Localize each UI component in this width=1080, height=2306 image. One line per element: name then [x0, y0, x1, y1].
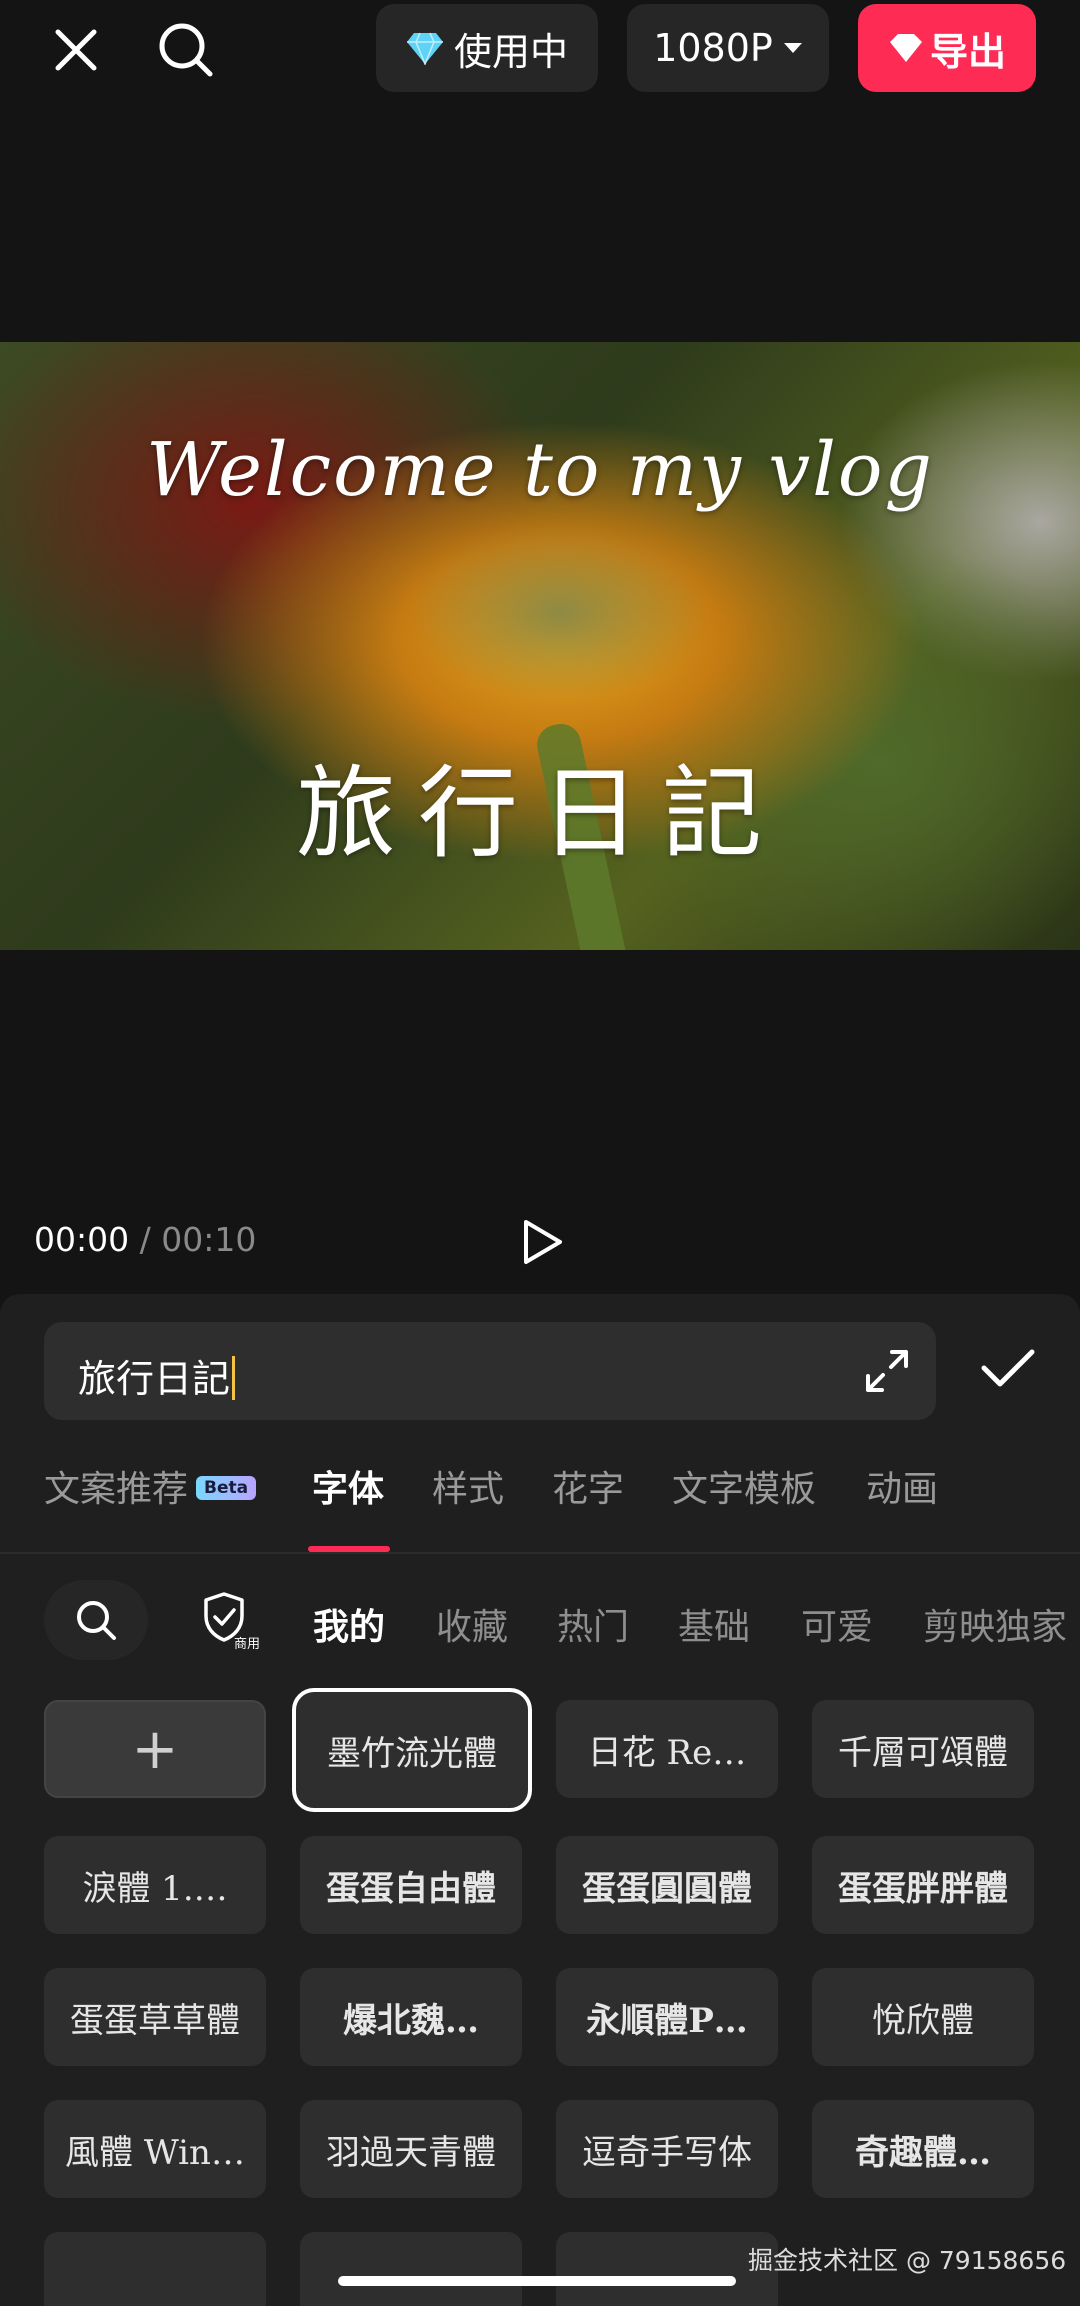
font-item[interactable]: 日花 Re… — [556, 1700, 778, 1798]
tab-copy-suggestions[interactable]: 文案推荐 Beta — [44, 1460, 257, 1512]
divider — [0, 1552, 1080, 1554]
time-separator: / — [139, 1220, 151, 1259]
font-tab-exclusive[interactable]: 剪映独家 — [923, 1598, 1067, 1650]
font-item[interactable]: 蛋蛋胖胖體 — [812, 1836, 1034, 1934]
font-item[interactable]: 蛋蛋圓圓體 — [556, 1836, 778, 1934]
font-item-partial[interactable] — [300, 2232, 522, 2306]
font-search-button[interactable] — [44, 1580, 148, 1660]
export-label: 导出 — [929, 29, 1006, 74]
add-font-button[interactable]: + — [44, 1700, 266, 1798]
font-item[interactable]: 蛋蛋草草體 — [44, 1968, 266, 2066]
font-name: 日花 Re… — [587, 1732, 747, 1773]
font-item[interactable]: 奇趣體… — [812, 2100, 1034, 2198]
font-item[interactable]: 蛋蛋自由體 — [300, 1836, 522, 1934]
total-duration: 00:10 — [161, 1220, 257, 1259]
font-name: 蛋蛋胖胖體 — [838, 1868, 1008, 1909]
font-name: 爆北魏… — [343, 2000, 479, 2041]
font-item[interactable]: 風體 Win… — [44, 2100, 266, 2198]
commercial-label: 商用 — [234, 1637, 260, 1650]
top-bar: 使用中 1080P 导出 — [0, 0, 1080, 100]
tab-label: 文案推荐 — [44, 1469, 189, 1510]
expand-icon[interactable] — [864, 1348, 910, 1398]
font-name: 奇趣體… — [855, 2132, 991, 2173]
font-name: 逗奇手写体 — [582, 2132, 752, 2173]
preview-title-line1[interactable]: Welcome to my vlog — [0, 427, 1080, 513]
tab-label: 字体 — [312, 1469, 385, 1510]
resolution-value: 1080P — [653, 26, 773, 70]
tab-label: 文字模板 — [672, 1469, 817, 1510]
text-tabs: 文案推荐 Beta 字体 样式 花字 文字模板 动画 — [0, 1460, 1080, 1550]
resolution-dropdown[interactable]: 1080P — [627, 4, 829, 92]
play-icon[interactable] — [518, 1218, 566, 1270]
font-name: 羽過天青體 — [326, 2132, 496, 2173]
font-item-partial[interactable] — [44, 2232, 266, 2306]
font-tab-cute[interactable]: 可爱 — [801, 1598, 873, 1650]
text-caret — [232, 1356, 236, 1400]
export-button[interactable]: 导出 — [858, 4, 1036, 92]
commercial-filter-button[interactable]: 商用 — [200, 1590, 260, 1654]
font-item[interactable]: 永順體P… — [556, 1968, 778, 2066]
tab-font[interactable]: 字体 — [312, 1460, 384, 1512]
close-icon[interactable] — [44, 18, 108, 82]
font-item[interactable]: 爆北魏… — [300, 1968, 522, 2066]
plus-icon: + — [131, 1716, 179, 1782]
home-indicator[interactable] — [338, 2276, 736, 2286]
current-time: 00:00 — [34, 1220, 130, 1259]
search-icon[interactable] — [152, 16, 220, 84]
video-preview[interactable]: Welcome to my vlog 旅行日記 — [0, 342, 1080, 950]
font-name: 淚體 1.… — [82, 1868, 228, 1909]
font-tab-favorites[interactable]: 收藏 — [436, 1598, 508, 1650]
heart-diamond-icon — [888, 32, 924, 64]
tab-text-template[interactable]: 文字模板 — [672, 1460, 816, 1512]
playback-time: 00:00 / 00:10 — [34, 1220, 256, 1259]
font-name: 悅欣體 — [872, 2000, 974, 2041]
shield-check-icon: 商用 — [204, 1592, 260, 1652]
font-tab-basic[interactable]: 基础 — [678, 1598, 750, 1650]
font-name: 蛋蛋圓圓體 — [582, 1868, 752, 1909]
font-name: 永順體P… — [586, 2000, 748, 2041]
confirm-check-icon[interactable] — [980, 1346, 1036, 1394]
font-name: 蛋蛋自由體 — [326, 1868, 496, 1909]
font-name: 墨竹流光體 — [327, 1733, 497, 1774]
diamond-icon — [406, 31, 444, 65]
font-item[interactable]: 千層可頌體 — [812, 1700, 1034, 1798]
font-item-partial[interactable] — [556, 2232, 778, 2306]
font-name: 蛋蛋草草體 — [70, 2000, 240, 2041]
vip-status-button[interactable]: 使用中 — [376, 4, 598, 92]
font-item[interactable]: 淚體 1.… — [44, 1836, 266, 1934]
font-name: 風體 Win… — [65, 2132, 245, 2173]
tab-label: 动画 — [866, 1469, 939, 1510]
font-tab-popular[interactable]: 热门 — [557, 1598, 629, 1650]
text-input[interactable]: 旅行日記 — [44, 1322, 936, 1420]
beta-badge: Beta — [196, 1476, 257, 1500]
text-input-content: 旅行日記 — [78, 1357, 231, 1401]
font-name: 千層可頌體 — [838, 1732, 1008, 1773]
text-input-value[interactable]: 旅行日記 — [78, 1348, 236, 1403]
font-item[interactable]: 悅欣體 — [812, 1968, 1034, 2066]
font-item[interactable]: 逗奇手写体 — [556, 2100, 778, 2198]
font-item-selected[interactable]: 墨竹流光體 — [292, 1688, 532, 1812]
tab-label: 花字 — [552, 1469, 625, 1510]
tab-label: 样式 — [432, 1469, 505, 1510]
tab-style[interactable]: 样式 — [432, 1460, 504, 1512]
search-icon — [74, 1598, 118, 1642]
caret-down-icon — [783, 41, 803, 55]
tab-animation[interactable]: 动画 — [866, 1460, 938, 1512]
font-tab-mine[interactable]: 我的 — [313, 1598, 385, 1650]
vip-status-label: 使用中 — [453, 29, 568, 74]
preview-title-line2[interactable]: 旅行日記 — [0, 732, 1080, 877]
tab-fancy-text[interactable]: 花字 — [552, 1460, 624, 1512]
watermark: 掘金技术社区 @ 79158656 — [748, 2246, 1067, 2275]
font-item[interactable]: 羽過天青體 — [300, 2100, 522, 2198]
